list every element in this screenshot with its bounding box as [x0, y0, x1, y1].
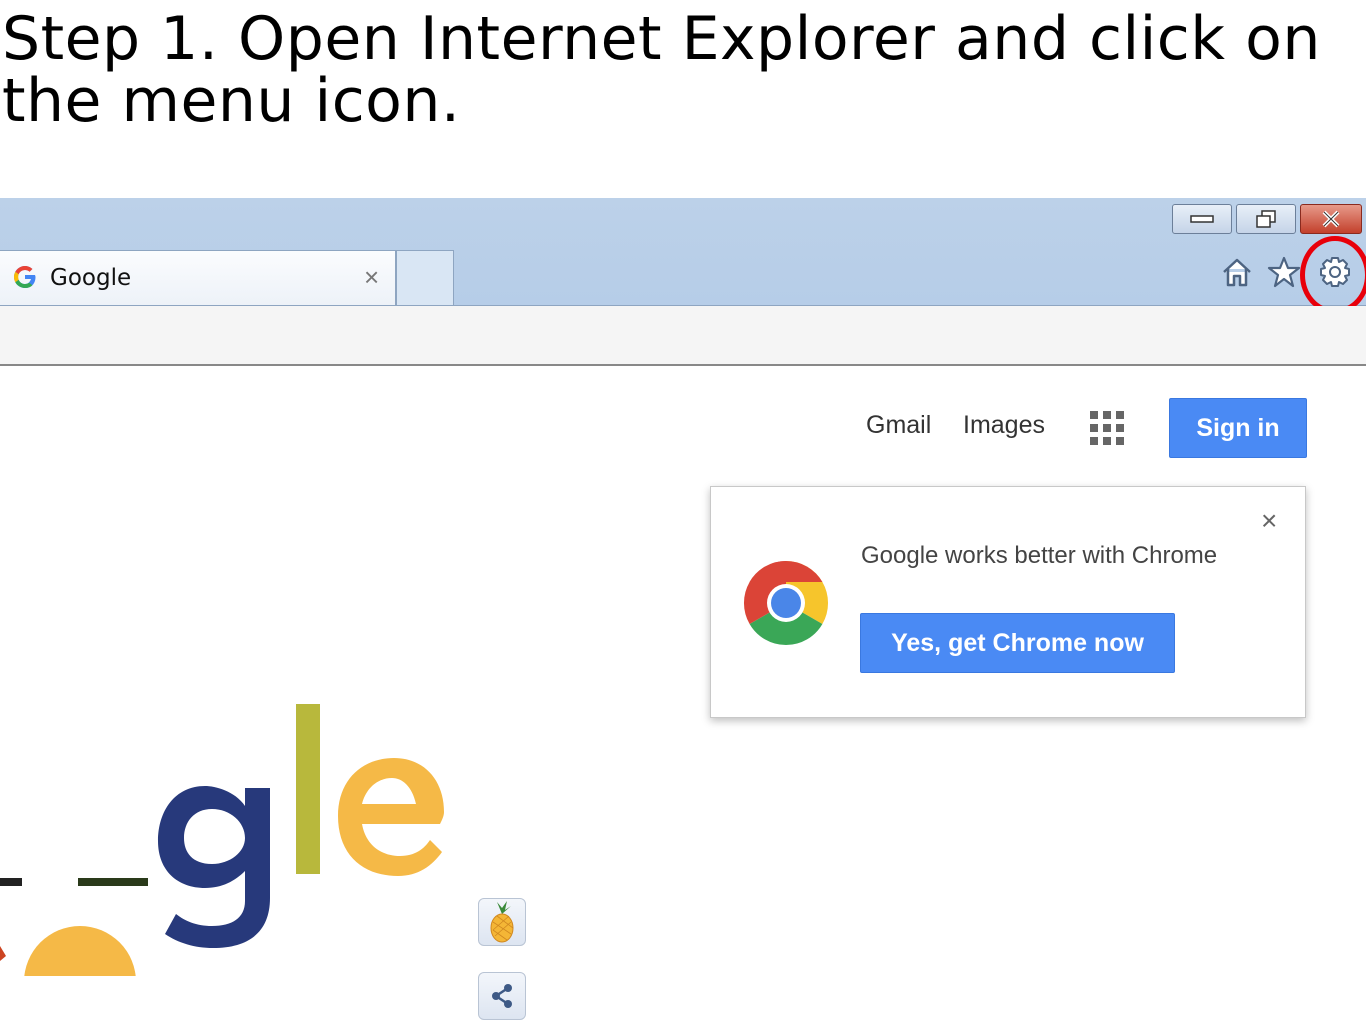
doodle-pineapple-button[interactable]	[478, 898, 526, 946]
tab-google[interactable]: Google ×	[0, 250, 396, 305]
google-g-icon	[12, 264, 38, 295]
get-chrome-button[interactable]: Yes, get Chrome now	[860, 613, 1175, 673]
google-doodle-logo[interactable]	[0, 676, 540, 976]
share-icon	[492, 984, 512, 1008]
new-tab-button[interactable]	[396, 250, 454, 305]
promo-close-icon[interactable]: ×	[1261, 505, 1277, 537]
menu-icon-highlight-circle	[1300, 236, 1366, 314]
instruction-heading: Step 1. Open Internet Explorer and click…	[2, 4, 1321, 136]
chrome-logo-icon	[743, 560, 829, 651]
minimize-button[interactable]	[1172, 204, 1232, 234]
images-link[interactable]: Images	[963, 411, 1045, 440]
command-bar	[0, 306, 1366, 366]
sign-in-button[interactable]: Sign in	[1169, 398, 1307, 458]
tab-close-icon[interactable]: ×	[364, 262, 379, 293]
close-icon	[1322, 210, 1340, 228]
minimize-icon	[1190, 215, 1214, 223]
title-bar: Google ×	[0, 198, 1366, 314]
window-controls	[1168, 204, 1362, 234]
doodle-share-button[interactable]	[478, 972, 526, 1020]
home-icon[interactable]	[1220, 256, 1254, 293]
apps-grid-icon[interactable]	[1090, 411, 1124, 445]
restore-icon	[1256, 210, 1276, 228]
google-homepage: Gmail Images Sign in × Google works bett…	[0, 366, 1366, 1020]
restore-button[interactable]	[1236, 204, 1296, 234]
browser-window: Google × Gmail Images Sign in × Google w…	[0, 198, 1366, 1020]
promo-message: Google works better with Chrome	[861, 542, 1218, 569]
tab-title: Google	[50, 265, 132, 291]
chrome-promo-popup: × Google works better with Chrome Yes, g…	[710, 486, 1306, 718]
pineapple-icon	[490, 901, 514, 943]
favorites-star-icon[interactable]	[1267, 256, 1301, 293]
close-window-button[interactable]	[1300, 204, 1362, 234]
gmail-link[interactable]: Gmail	[866, 411, 931, 440]
